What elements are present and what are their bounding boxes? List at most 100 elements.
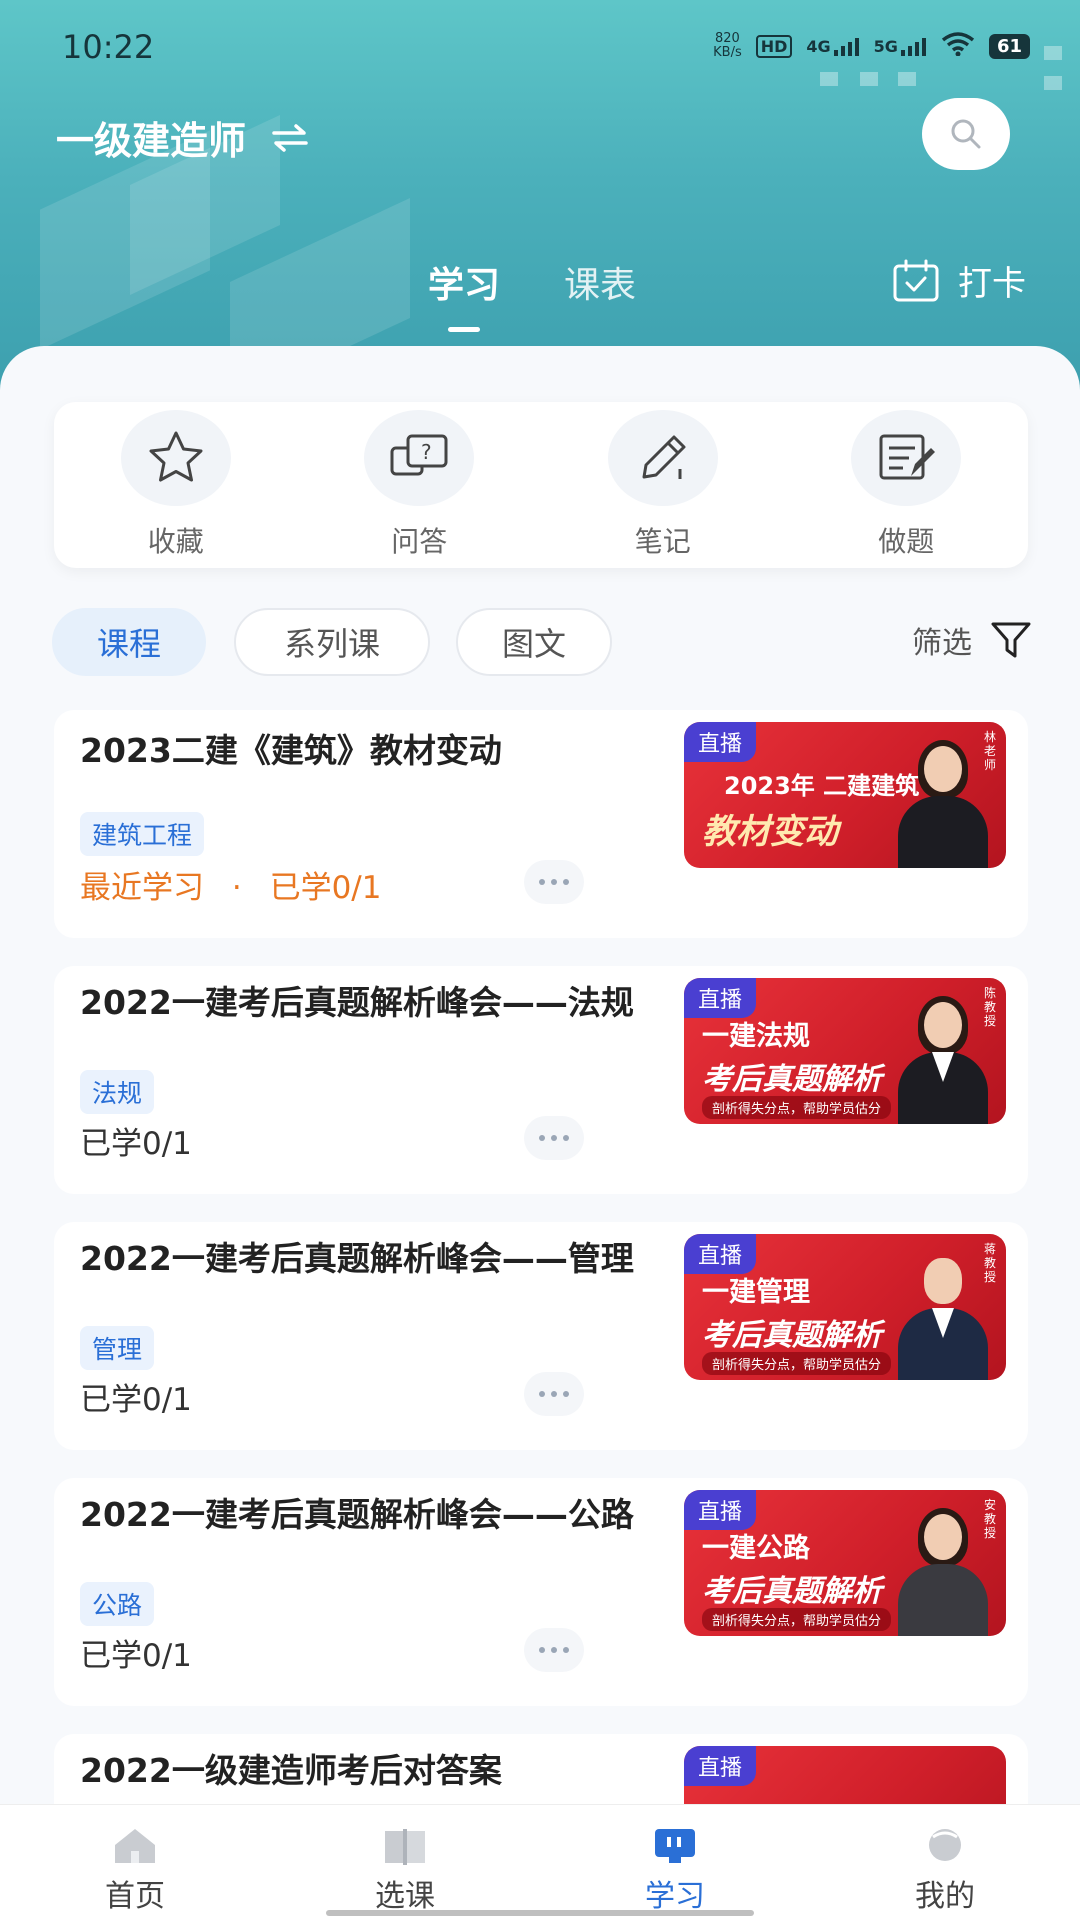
thumb-title: 考后真题解析: [702, 1062, 882, 1097]
quick-action-favorites[interactable]: 收藏: [54, 402, 298, 568]
course-tag: 法规: [80, 1070, 155, 1114]
bottom-tab-bar: 首页 选课 学习 我的: [0, 1804, 1080, 1920]
course-thumbnail: 直播 一建管理 考后真题解析 剖析得失分点，帮助学员估分 蒋教授: [684, 1234, 1006, 1380]
study-icon: [655, 1829, 695, 1863]
course-thumbnail: 直播 一建法规 考后真题解析 剖析得失分点，帮助学员估分 陈教授: [684, 978, 1006, 1124]
separator-dot: ·: [231, 870, 242, 906]
filter-button[interactable]: 筛选: [912, 618, 1032, 662]
teacher-photo: [894, 1504, 990, 1636]
status-time: 10:22: [62, 28, 155, 66]
hd-icon: HD: [755, 34, 793, 58]
pencil-icon: [607, 410, 718, 506]
tab-study[interactable]: 学习: [428, 256, 500, 308]
course-card[interactable]: 2022一建考后真题解析峰会——法规 法规 已学0/1 直播 一建法规 考后真题…: [54, 966, 1028, 1194]
thumb-title: 考后真题解析: [702, 1574, 882, 1609]
signal-5g-icon: 5G: [874, 37, 927, 56]
live-badge: 直播: [684, 978, 757, 1018]
progress-text: 已学0/1: [80, 1638, 192, 1674]
filter-row: 课程 系列课 图文 筛选: [52, 608, 1032, 678]
switch-icon: [270, 123, 310, 153]
home-indicator[interactable]: [326, 1910, 754, 1916]
tab-label: 首页: [105, 1879, 165, 1914]
tab-courses[interactable]: 选课: [270, 1805, 540, 1920]
qa-icon: ?: [364, 410, 475, 506]
more-options-button[interactable]: [524, 1372, 584, 1416]
home-icon: [115, 1829, 155, 1863]
quick-action-label: 做题: [878, 525, 935, 558]
exam-selector[interactable]: 一级建造师: [56, 110, 310, 165]
quick-action-notes[interactable]: 笔记: [541, 402, 785, 568]
quick-action-label: 笔记: [634, 525, 691, 558]
quick-action-qa[interactable]: ? 问答: [298, 402, 542, 568]
course-title: 2022一建考后真题解析峰会——管理: [80, 1239, 634, 1278]
course-thumbnail: 直播 2023年 二建建筑 教材变动 林老师: [684, 722, 1006, 868]
signal-5g-label: 5G: [873, 36, 898, 56]
search-button[interactable]: [922, 98, 1010, 170]
course-title: 2022一建考后真题解析峰会——公路: [80, 1495, 634, 1534]
battery-icon: 61: [988, 33, 1030, 59]
exercise-icon: [851, 410, 962, 506]
star-icon: [120, 410, 231, 506]
course-card[interactable]: 2023二建《建筑》教材变动 建筑工程 最近学习 · 已学0/1 直播 2023…: [54, 710, 1028, 938]
filter-icon: [991, 622, 1031, 658]
live-badge: 直播: [684, 1746, 757, 1786]
svg-text:?: ?: [421, 440, 432, 464]
progress-text: 已学0/1: [80, 1126, 192, 1162]
course-title: 2022一建考后真题解析峰会——法规: [80, 983, 634, 1022]
tab-home[interactable]: 首页: [0, 1805, 270, 1920]
tab-profile[interactable]: 我的: [810, 1805, 1080, 1920]
signal-4g-icon: 4G: [806, 37, 859, 56]
recent-label: 最近学习: [80, 870, 204, 906]
thumb-subtitle: 一建法规: [702, 1021, 810, 1052]
live-badge: 直播: [684, 1234, 757, 1274]
course-card[interactable]: 2022一建考后真题解析峰会——管理 管理 已学0/1 直播 一建管理 考后真题…: [54, 1222, 1028, 1450]
filter-label: 筛选: [912, 626, 972, 661]
signal-4g-label: 4G: [806, 36, 831, 56]
tab-schedule[interactable]: 课表: [564, 256, 636, 308]
book-icon: [385, 1829, 425, 1865]
network-speed-unit: KB/s: [713, 45, 742, 60]
calendar-check-icon: [893, 259, 939, 301]
status-bar: 10:22 820 KB/s HD 4G 5G 61: [0, 0, 1080, 96]
wifi-icon: [941, 32, 975, 60]
more-options-button[interactable]: [524, 860, 584, 904]
live-badge: 直播: [684, 1490, 757, 1530]
tab-study-bottom[interactable]: 学习: [540, 1805, 810, 1920]
network-speed: 820 KB/s: [713, 32, 742, 60]
profile-icon: [929, 1829, 961, 1861]
quick-action-label: 收藏: [147, 525, 204, 558]
thumb-caption: 剖析得失分点，帮助学员估分: [702, 1096, 892, 1119]
tab-label: 选课: [375, 1879, 435, 1914]
course-tag: 建筑工程: [80, 812, 205, 856]
chip-courses[interactable]: 课程: [52, 608, 206, 676]
search-icon: [951, 119, 981, 149]
progress-text: 已学0/1: [269, 870, 382, 906]
checkin-label: 打卡: [958, 264, 1026, 304]
more-options-button[interactable]: [524, 1116, 584, 1160]
chip-series[interactable]: 系列课: [234, 608, 430, 676]
course-title: 2022一级建造师考后对答案: [80, 1751, 502, 1790]
thumb-subtitle: 一建管理: [702, 1277, 810, 1308]
checkin-button[interactable]: 打卡: [892, 256, 1026, 305]
quick-action-label: 问答: [391, 525, 448, 558]
network-speed-value: 820: [715, 31, 740, 46]
course-thumbnail: 直播 一建公路 考后真题解析 剖析得失分点，帮助学员估分 安教授: [684, 1490, 1006, 1636]
tab-label: 我的: [915, 1879, 975, 1914]
chip-articles[interactable]: 图文: [456, 608, 612, 676]
teacher-photo: [894, 736, 990, 868]
status-icons: 820 KB/s HD 4G 5G 61: [713, 32, 1030, 60]
course-card[interactable]: 2022一建考后真题解析峰会——公路 公路 已学0/1 直播 一建公路 考后真题…: [54, 1478, 1028, 1706]
progress-text: 已学0/1: [80, 1382, 192, 1418]
teacher-photo: [894, 992, 990, 1124]
live-badge: 直播: [684, 722, 757, 762]
thumb-caption: 剖析得失分点，帮助学员估分: [702, 1352, 892, 1375]
course-tag: 公路: [80, 1582, 155, 1626]
course-title: 2023二建《建筑》教材变动: [80, 731, 502, 770]
top-tabs: 学习 课表: [428, 256, 636, 308]
quick-action-exercises[interactable]: 做题: [785, 402, 1029, 568]
exam-title: 一级建造师: [56, 119, 247, 163]
course-progress: 最近学习 · 已学0/1: [80, 862, 381, 907]
more-options-button[interactable]: [524, 1628, 584, 1672]
thumb-title: 教材变动: [702, 812, 838, 852]
course-tag: 管理: [80, 1326, 155, 1370]
